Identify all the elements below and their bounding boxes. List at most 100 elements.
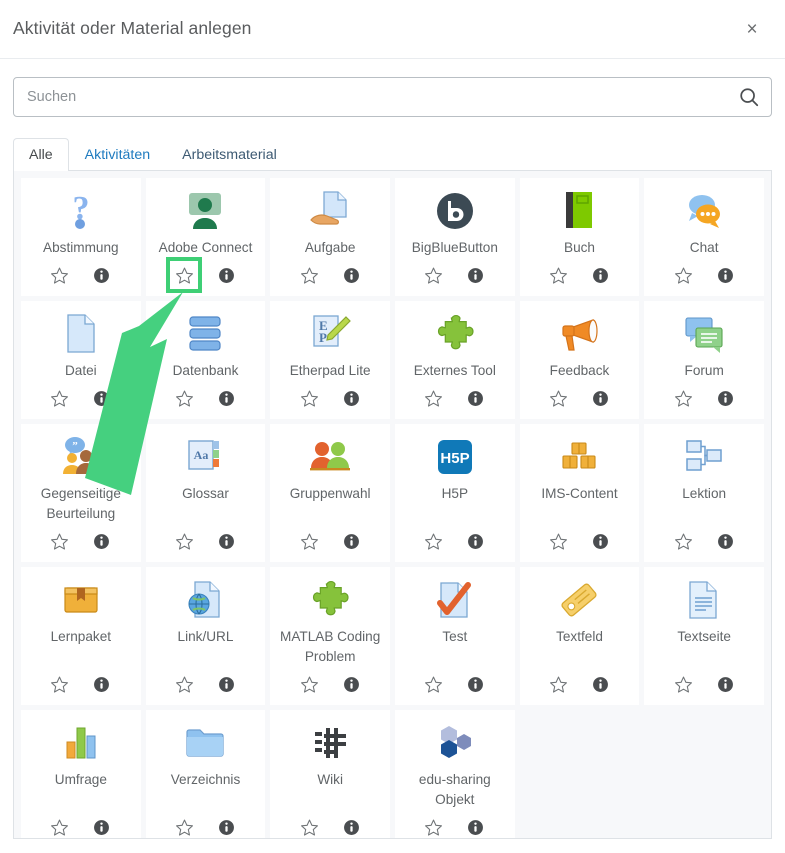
info-icon[interactable] (340, 673, 362, 695)
tab-alle[interactable]: Alle (13, 138, 69, 171)
favourite-star-icon[interactable] (423, 673, 445, 695)
activity-tile[interactable]: EPEtherpad Lite (270, 301, 390, 419)
activity-tile[interactable]: Verzeichnis (146, 710, 266, 839)
activity-tile[interactable]: H5PH5P (395, 424, 515, 562)
activity-tile[interactable]: Wiki (270, 710, 390, 839)
favourite-star-icon[interactable] (547, 264, 569, 286)
info-icon[interactable] (340, 530, 362, 552)
info-icon[interactable] (215, 673, 237, 695)
info-icon[interactable] (340, 387, 362, 409)
activity-tile[interactable]: Textfeld (520, 567, 640, 705)
activity-tile[interactable]: Link/URL (146, 567, 266, 705)
info-icon[interactable] (215, 264, 237, 286)
info-icon[interactable] (465, 816, 487, 838)
search-input[interactable] (13, 77, 772, 117)
favourite-star-icon[interactable] (672, 264, 694, 286)
activity-tile[interactable]: Buch (520, 178, 640, 296)
favourite-star-icon[interactable] (423, 264, 445, 286)
activity-tile[interactable]: Chat (644, 178, 764, 296)
info-icon[interactable] (714, 264, 736, 286)
activity-tile[interactable]: ?Abstimmung (21, 178, 141, 296)
info-icon[interactable] (215, 530, 237, 552)
info-icon[interactable] (91, 673, 113, 695)
info-icon[interactable] (589, 387, 611, 409)
puzzle-green-icon (434, 311, 476, 357)
favourite-star-icon[interactable] (423, 530, 445, 552)
info-icon[interactable] (340, 264, 362, 286)
info-icon[interactable] (589, 673, 611, 695)
favourite-star-icon[interactable] (298, 673, 320, 695)
info-icon[interactable] (714, 530, 736, 552)
info-icon[interactable] (465, 530, 487, 552)
favourite-star-icon[interactable] (423, 387, 445, 409)
favourite-star-icon[interactable] (49, 264, 71, 286)
activity-tile-actions (49, 815, 113, 839)
info-icon[interactable] (91, 816, 113, 838)
favourite-star-icon[interactable] (298, 387, 320, 409)
favourite-star-icon[interactable] (298, 816, 320, 838)
info-icon[interactable] (714, 387, 736, 409)
favourite-star-icon[interactable] (49, 387, 71, 409)
favourite-star-icon[interactable] (672, 530, 694, 552)
activity-tile[interactable]: Gruppenwahl (270, 424, 390, 562)
activity-tile[interactable]: Lernpaket (21, 567, 141, 705)
favourite-star-icon[interactable] (547, 673, 569, 695)
favourite-star-icon[interactable] (547, 530, 569, 552)
search-bar (13, 77, 772, 117)
database-icon (185, 311, 225, 357)
activity-tile[interactable]: Datenbank (146, 301, 266, 419)
activity-tile[interactable]: Lektion (644, 424, 764, 562)
modal-body: Alle Aktivitäten Arbeitsmaterial ?Abstim… (0, 59, 785, 853)
activity-tile-actions (298, 529, 362, 553)
favourite-star-icon[interactable] (547, 387, 569, 409)
activity-tile[interactable]: Externes Tool (395, 301, 515, 419)
peer-review-icon: ” (58, 434, 104, 480)
activity-tile[interactable]: Feedback (520, 301, 640, 419)
favourite-star-icon[interactable] (423, 816, 445, 838)
info-icon[interactable] (91, 264, 113, 286)
activity-tile[interactable]: AaGlossar (146, 424, 266, 562)
info-icon[interactable] (215, 387, 237, 409)
info-icon[interactable] (465, 387, 487, 409)
activity-tile[interactable]: Datei (21, 301, 141, 419)
tab-arbeitsmaterial[interactable]: Arbeitsmaterial (166, 138, 293, 171)
favourite-star-icon[interactable] (49, 530, 71, 552)
activity-tile[interactable]: edu-sharing Objekt (395, 710, 515, 839)
activity-tile[interactable]: Aufgabe (270, 178, 390, 296)
activity-tile[interactable]: Umfrage (21, 710, 141, 839)
scorm-package-icon (61, 577, 101, 623)
activity-tile-label: IMS-Content (541, 484, 617, 524)
favourite-star-icon[interactable] (672, 387, 694, 409)
info-icon[interactable] (215, 816, 237, 838)
favourite-star-icon[interactable] (298, 530, 320, 552)
favourite-star-icon[interactable] (173, 387, 195, 409)
activity-tile[interactable]: Adobe Connect (146, 178, 266, 296)
activity-tile[interactable]: Forum (644, 301, 764, 419)
favourite-star-icon[interactable] (173, 673, 195, 695)
info-icon[interactable] (91, 387, 113, 409)
favourite-star-icon[interactable] (173, 264, 195, 286)
activity-tile[interactable]: MATLAB Coding Problem (270, 567, 390, 705)
favourite-star-icon[interactable] (49, 673, 71, 695)
info-icon[interactable] (91, 530, 113, 552)
favourite-star-icon[interactable] (49, 816, 71, 838)
activity-tile[interactable]: IMS-Content (520, 424, 640, 562)
activity-tile-label: H5P (442, 484, 468, 524)
info-icon[interactable] (589, 530, 611, 552)
activity-tile-label: Chat (690, 238, 719, 258)
activity-tile[interactable]: Test (395, 567, 515, 705)
info-icon[interactable] (465, 673, 487, 695)
activity-tile[interactable]: Textseite (644, 567, 764, 705)
activity-tile[interactable]: BigBlueButton (395, 178, 515, 296)
activity-tile[interactable]: ”Gegenseitige Beurteilung (21, 424, 141, 562)
close-icon[interactable]: × (739, 16, 765, 42)
favourite-star-icon[interactable] (298, 264, 320, 286)
favourite-star-icon[interactable] (173, 530, 195, 552)
favourite-star-icon[interactable] (672, 673, 694, 695)
info-icon[interactable] (714, 673, 736, 695)
tab-aktivitaeten[interactable]: Aktivitäten (69, 138, 166, 171)
info-icon[interactable] (340, 816, 362, 838)
info-icon[interactable] (589, 264, 611, 286)
favourite-star-icon[interactable] (173, 816, 195, 838)
info-icon[interactable] (465, 264, 487, 286)
